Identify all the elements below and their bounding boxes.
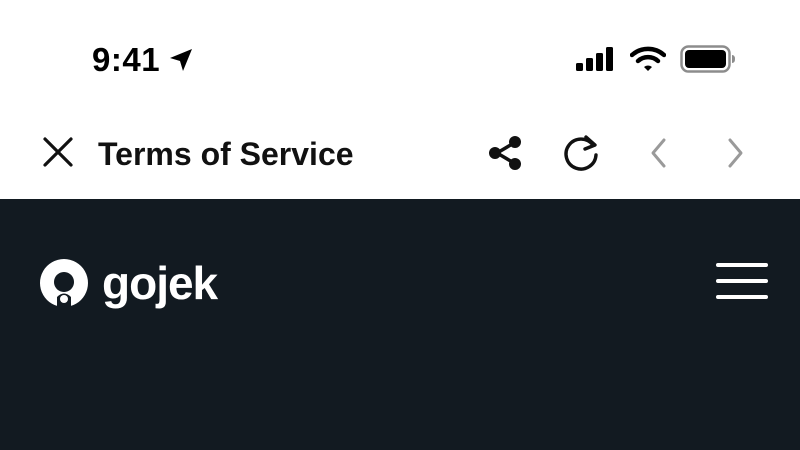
status-time-group: 9:41 [92, 40, 194, 80]
battery-icon [680, 44, 736, 78]
back-button[interactable] [636, 132, 682, 178]
hamburger-menu-icon [716, 295, 768, 299]
reload-icon [559, 131, 603, 180]
location-arrow-icon [168, 47, 194, 73]
web-content: gojek [0, 199, 800, 450]
hamburger-menu-button[interactable] [712, 259, 772, 303]
share-button[interactable] [482, 132, 528, 178]
hamburger-menu-icon [716, 279, 768, 283]
share-icon [485, 133, 525, 178]
close-icon [42, 136, 74, 173]
status-indicators [576, 44, 736, 78]
status-bar: 9:41 [0, 0, 800, 110]
status-time: 9:41 [92, 41, 161, 78]
close-button[interactable] [38, 134, 78, 174]
gojek-logo-icon [38, 257, 90, 309]
reload-button[interactable] [558, 132, 604, 178]
wifi-icon [629, 46, 667, 77]
page-title: Terms of Service [98, 136, 354, 172]
browser-toolbar: Terms of Service [0, 110, 800, 199]
logo-text: gojek [102, 257, 218, 309]
cellular-signal-icon [576, 46, 616, 76]
chevron-right-icon [720, 135, 750, 176]
forward-button[interactable] [712, 132, 758, 178]
hamburger-menu-icon [716, 263, 768, 267]
chevron-left-icon [644, 135, 674, 176]
gojek-logo[interactable]: gojek [38, 257, 218, 309]
